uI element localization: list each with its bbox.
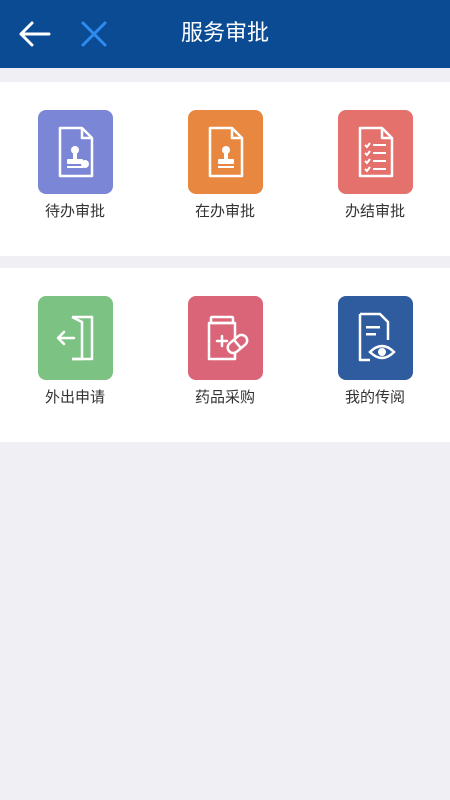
tile-label: 在办审批 — [194, 202, 255, 220]
services-panel: 外出申请 药品采购 我的传阅 — [0, 268, 450, 442]
close-button[interactable] — [74, 16, 114, 52]
back-button[interactable] — [14, 16, 54, 52]
tile-icon-bg — [338, 296, 413, 380]
page-title: 服务审批 — [180, 21, 269, 46]
approval-panel: 待办审批 在办审批 办结审批 — [0, 82, 450, 256]
app-header: 服务审批 — [0, 0, 450, 68]
medicine-purchase-tile[interactable]: 药品采购 — [150, 268, 300, 442]
close-icon — [81, 21, 107, 47]
medicine-icon — [207, 315, 248, 361]
document-view-icon — [358, 312, 396, 362]
tile-label: 我的传阅 — [344, 388, 405, 406]
document-stamp-icon — [58, 126, 93, 178]
exit-door-icon — [56, 315, 93, 361]
document-stamp-icon — [208, 126, 243, 178]
my-circulation-tile[interactable]: 我的传阅 — [300, 268, 450, 442]
completed-approval-tile[interactable]: 办结审批 — [300, 82, 450, 256]
tile-label: 药品采购 — [194, 388, 255, 406]
outing-request-tile[interactable]: 外出申请 — [0, 268, 150, 442]
tile-icon-bg — [188, 110, 263, 194]
tile-icon-bg — [38, 296, 113, 380]
tile-icon-bg — [188, 296, 263, 380]
in-progress-approval-tile[interactable]: 在办审批 — [150, 82, 300, 256]
tile-label: 待办审批 — [44, 202, 105, 220]
tile-icon-bg — [38, 110, 113, 194]
tile-label: 办结审批 — [344, 202, 405, 220]
pending-approval-tile[interactable]: 待办审批 — [0, 82, 150, 256]
tile-icon-bg — [338, 110, 413, 194]
checklist-document-icon — [358, 126, 393, 178]
tile-label: 外出申请 — [44, 388, 105, 406]
arrow-left-icon — [19, 21, 51, 47]
